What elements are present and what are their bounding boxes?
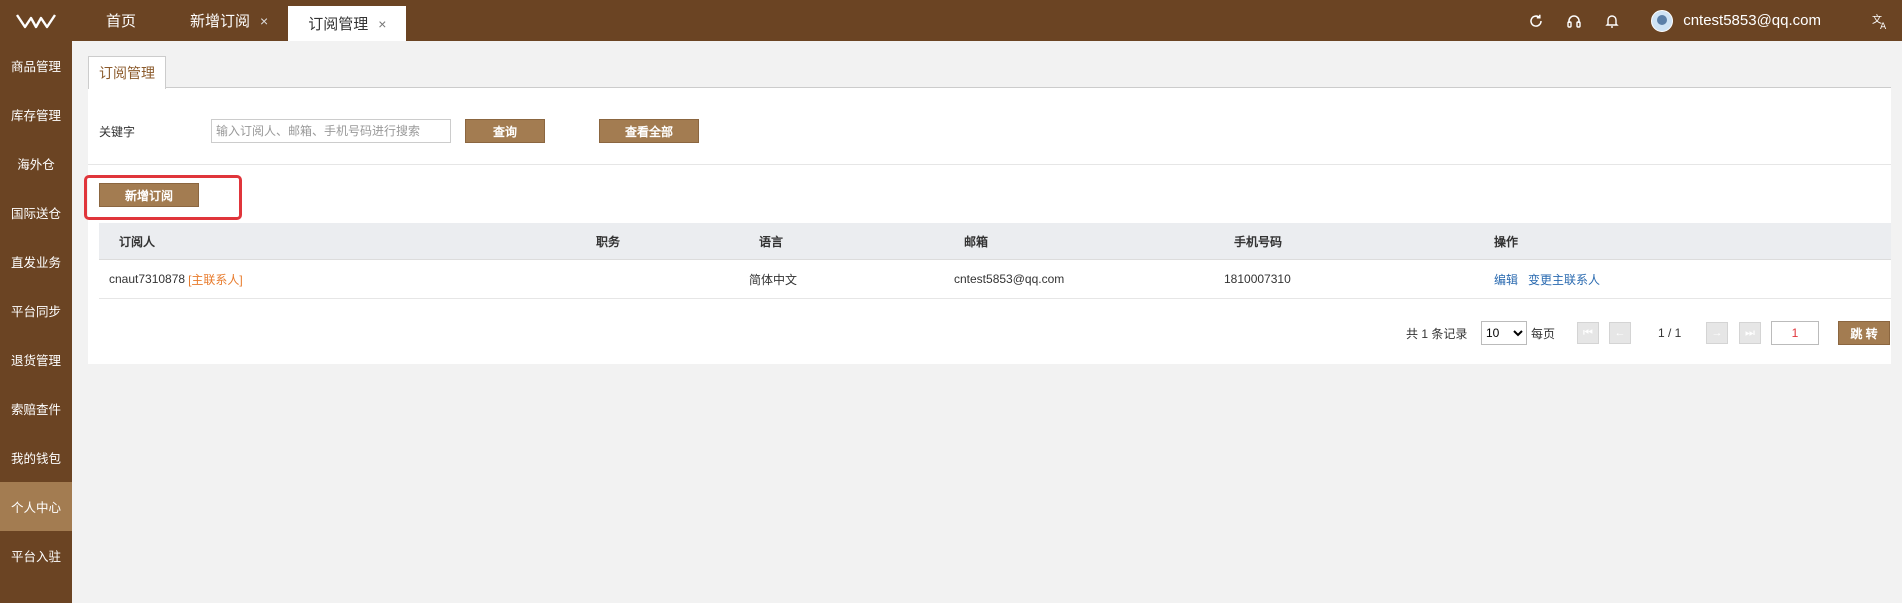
refresh-icon[interactable] <box>1524 9 1548 33</box>
subscription-table: 订阅人 职务 语言 邮箱 手机号码 操作 cnaut7310878 [主联系人]… <box>99 223 1891 299</box>
header-actions: cntest5853@qq.com 文A <box>1517 0 1902 41</box>
total-records: 共 1 条记录 <box>1406 326 1468 341</box>
page-tab-label: 订阅管理 <box>99 65 155 81</box>
sidebar-item-products[interactable]: 商品管理 <box>0 41 72 90</box>
tab-home-label: 首页 <box>106 13 137 30</box>
arrow-right-icon: → <box>1706 322 1728 344</box>
tab-strip: 首页 新增订阅 × 订阅管理 × <box>72 0 407 41</box>
next-page-button[interactable]: → <box>1706 320 1728 346</box>
tab-home[interactable]: 首页 <box>72 0 170 41</box>
sidebar-item-claims[interactable]: 索赔查件 <box>0 384 72 433</box>
sidebar-item-direct-shipping[interactable]: 直发业务 <box>0 237 72 286</box>
page-size-wrapper: 10 <box>1481 320 1527 346</box>
svg-text:A: A <box>1880 22 1887 30</box>
top-bar: 首页 新增订阅 × 订阅管理 × cntest5853@qq.com 文A <box>0 0 1902 41</box>
subscriber-cell: cnaut7310878 [主联系人] <box>109 260 243 298</box>
search-bar: 关键字 查询 查看全部 <box>88 116 699 146</box>
column-header-phone: 手机号码 <box>1234 234 1283 249</box>
column-header-actions: 操作 <box>1494 234 1519 249</box>
view-all-button[interactable]: 查看全部 <box>599 119 699 143</box>
page-info: 1 / 1 <box>1658 326 1682 340</box>
column-header-position: 职务 <box>596 234 621 249</box>
sidebar-item-inventory[interactable]: 库存管理 <box>0 90 72 139</box>
language-cell: 简体中文 <box>749 272 798 287</box>
primary-contact-tag: [主联系人] <box>188 272 243 287</box>
user-email: cntest5853@qq.com <box>1683 12 1821 29</box>
pagination: 共 1 条记录 10 每页 ⏮ ← 1 / 1 → ⏭ 跳 转 <box>88 320 1891 346</box>
tab-add-subscription[interactable]: 新增订阅 × <box>170 0 288 41</box>
first-page-icon: ⏮ <box>1577 322 1599 344</box>
edit-link[interactable]: 编辑 <box>1494 271 1518 288</box>
column-header-subscriber: 订阅人 <box>119 234 156 249</box>
sidebar-item-label: 国际送仓 <box>10 207 61 221</box>
sidebar-item-label: 平台同步 <box>10 305 61 319</box>
keyword-label: 关键字 <box>99 124 136 139</box>
sidebar-item-label: 个人中心 <box>10 501 61 515</box>
page-tab-subscription-management[interactable]: 订阅管理 <box>88 56 166 89</box>
sidebar-item-personal-center[interactable]: 个人中心 <box>0 482 72 531</box>
change-primary-contact-link[interactable]: 变更主联系人 <box>1528 271 1600 288</box>
close-icon[interactable]: × <box>378 16 386 32</box>
user-menu[interactable]: cntest5853@qq.com <box>1651 9 1821 32</box>
logo[interactable] <box>0 0 72 41</box>
tab-add-subscription-label: 新增订阅 <box>190 13 251 30</box>
sidebar-item-label: 库存管理 <box>10 109 61 123</box>
jump-button-wrapper: 跳 转 <box>1838 320 1890 346</box>
first-page-button[interactable]: ⏮ <box>1577 320 1599 346</box>
column-header-email: 邮箱 <box>964 234 989 249</box>
prev-page-button[interactable]: ← <box>1609 320 1631 346</box>
tab-subscription-management[interactable]: 订阅管理 × <box>288 6 407 41</box>
bell-icon[interactable] <box>1600 9 1624 33</box>
email-cell: cntest5853@qq.com <box>954 272 1065 286</box>
sidebar-item-returns[interactable]: 退货管理 <box>0 335 72 384</box>
sidebar-item-label: 海外仓 <box>17 158 55 172</box>
sidebar-item-overseas-warehouse[interactable]: 海外仓 <box>0 139 72 188</box>
sidebar-item-label: 商品管理 <box>10 60 61 74</box>
sidebar-item-label: 直发业务 <box>10 256 61 270</box>
logo-icon <box>16 13 56 28</box>
divider <box>88 164 1891 165</box>
jump-button[interactable]: 跳 转 <box>1838 321 1890 345</box>
table-header: 订阅人 职务 语言 邮箱 手机号码 操作 <box>99 223 1891 260</box>
actions-cell: 编辑 变更主联系人 <box>1494 260 1610 298</box>
page-tab-bar: 订阅管理 <box>88 56 1891 89</box>
main-panel: 订阅管理 关键字 查询 查看全部 新增订阅 订阅人 职务 语言 邮箱 手机号码 … <box>84 56 1891 364</box>
jump-page-input[interactable] <box>1771 321 1819 345</box>
last-page-icon: ⏭ <box>1739 322 1761 344</box>
jump-input-wrapper <box>1771 320 1819 346</box>
tab-subscription-management-label: 订阅管理 <box>308 16 369 33</box>
close-icon[interactable]: × <box>260 13 268 29</box>
last-page-button[interactable]: ⏭ <box>1739 320 1761 346</box>
search-input[interactable] <box>211 119 451 143</box>
translate-icon[interactable]: 文A <box>1868 9 1892 33</box>
column-header-language: 语言 <box>759 234 784 249</box>
sidebar-item-international-delivery[interactable]: 国际送仓 <box>0 188 72 237</box>
sidebar-item-platform-sync[interactable]: 平台同步 <box>0 286 72 335</box>
phone-cell: 1810007310 <box>1224 272 1291 286</box>
page-size-select[interactable]: 10 <box>1481 321 1527 345</box>
query-button[interactable]: 查询 <box>465 119 545 143</box>
sidebar-item-label: 平台入驻 <box>10 550 61 564</box>
table-row: cnaut7310878 [主联系人] 简体中文 cntest5853@qq.c… <box>99 260 1891 299</box>
add-subscription-button[interactable]: 新增订阅 <box>99 183 199 207</box>
sidebar-item-label: 我的钱包 <box>10 452 61 466</box>
subscriber-name: cnaut7310878 <box>109 272 186 286</box>
sidebar-item-platform-onboarding[interactable]: 平台入驻 <box>0 531 72 580</box>
sidebar-item-wallet[interactable]: 我的钱包 <box>0 433 72 482</box>
sidebar-item-label: 退货管理 <box>10 354 61 368</box>
arrow-left-icon: ← <box>1609 322 1631 344</box>
sidebar: 商品管理 库存管理 海外仓 国际送仓 直发业务 平台同步 退货管理 索赔查件 我… <box>0 41 72 603</box>
sidebar-item-label: 索赔查件 <box>10 403 61 417</box>
per-page-label: 每页 <box>1531 326 1556 341</box>
headset-icon[interactable] <box>1562 9 1586 33</box>
avatar <box>1651 9 1674 32</box>
